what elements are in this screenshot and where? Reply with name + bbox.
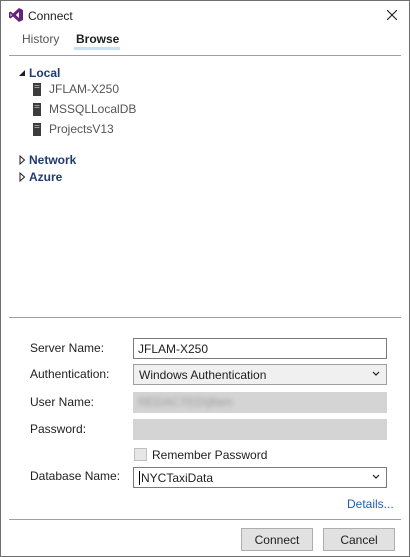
user-name-value: REDACTED\jflam xyxy=(138,395,233,409)
collapsed-triangle-icon xyxy=(19,155,26,165)
chevron-down-icon xyxy=(372,371,380,376)
tree-node-azure-label: Azure xyxy=(29,170,63,184)
user-name-input[interactable]: REDACTED\jflam xyxy=(133,392,387,413)
remember-password-label: Remember Password xyxy=(152,448,268,462)
server-icon xyxy=(33,102,41,116)
tab-browse-indicator xyxy=(74,47,120,50)
password-label: Password: xyxy=(30,422,87,436)
title-bar: Connect xyxy=(1,1,409,29)
authentication-value: Windows Authentication xyxy=(139,367,267,382)
close-button[interactable] xyxy=(377,3,407,27)
database-name-label: Database Name: xyxy=(30,469,121,483)
tree-node-network[interactable]: Network xyxy=(17,153,76,167)
authentication-label: Authentication: xyxy=(30,367,110,381)
server-item-mssqllocaldb[interactable]: MSSQLLocalDB xyxy=(33,102,136,116)
user-name-label: User Name: xyxy=(30,395,95,409)
connect-button[interactable]: Connect xyxy=(241,528,313,551)
server-icon xyxy=(33,82,41,96)
connect-dialog: Connect History Browse Local JFLAM-X250 xyxy=(0,0,410,557)
authentication-select[interactable]: Windows Authentication xyxy=(133,364,387,385)
expanded-triangle-icon xyxy=(19,70,25,76)
server-item-label: MSSQLLocalDB xyxy=(49,102,137,116)
collapsed-triangle-icon xyxy=(19,172,26,182)
tree-node-azure[interactable]: Azure xyxy=(17,170,62,184)
server-item-jflam-x250[interactable]: JFLAM-X250 xyxy=(33,82,119,96)
visual-studio-icon xyxy=(9,8,23,22)
tab-browse[interactable]: Browse xyxy=(76,32,119,46)
database-name-select[interactable]: NYCTaxiData xyxy=(133,467,387,488)
form-divider xyxy=(9,317,401,318)
server-name-label: Server Name: xyxy=(30,341,105,355)
server-item-projectsv13[interactable]: ProjectsV13 xyxy=(33,122,114,136)
server-icon xyxy=(33,122,41,136)
window-title: Connect xyxy=(28,9,73,23)
password-input[interactable] xyxy=(133,419,387,440)
chevron-down-icon xyxy=(372,474,380,479)
cancel-button[interactable]: Cancel xyxy=(323,528,395,551)
database-name-value: NYCTaxiData xyxy=(141,470,214,485)
server-name-input[interactable] xyxy=(133,338,387,359)
tree-node-network-label: Network xyxy=(29,153,77,167)
text-caret xyxy=(139,470,140,485)
server-item-label: ProjectsV13 xyxy=(49,122,114,136)
server-item-label: JFLAM-X250 xyxy=(49,82,120,96)
tree-node-local-label: Local xyxy=(29,66,61,80)
tab-history[interactable]: History xyxy=(22,32,59,46)
close-icon xyxy=(387,10,397,20)
tabs-divider xyxy=(9,55,401,56)
tree-node-local[interactable]: Local xyxy=(17,66,60,80)
details-link[interactable]: Details... xyxy=(347,497,394,511)
buttons-divider xyxy=(9,519,401,520)
remember-password-checkbox[interactable] xyxy=(134,448,147,461)
